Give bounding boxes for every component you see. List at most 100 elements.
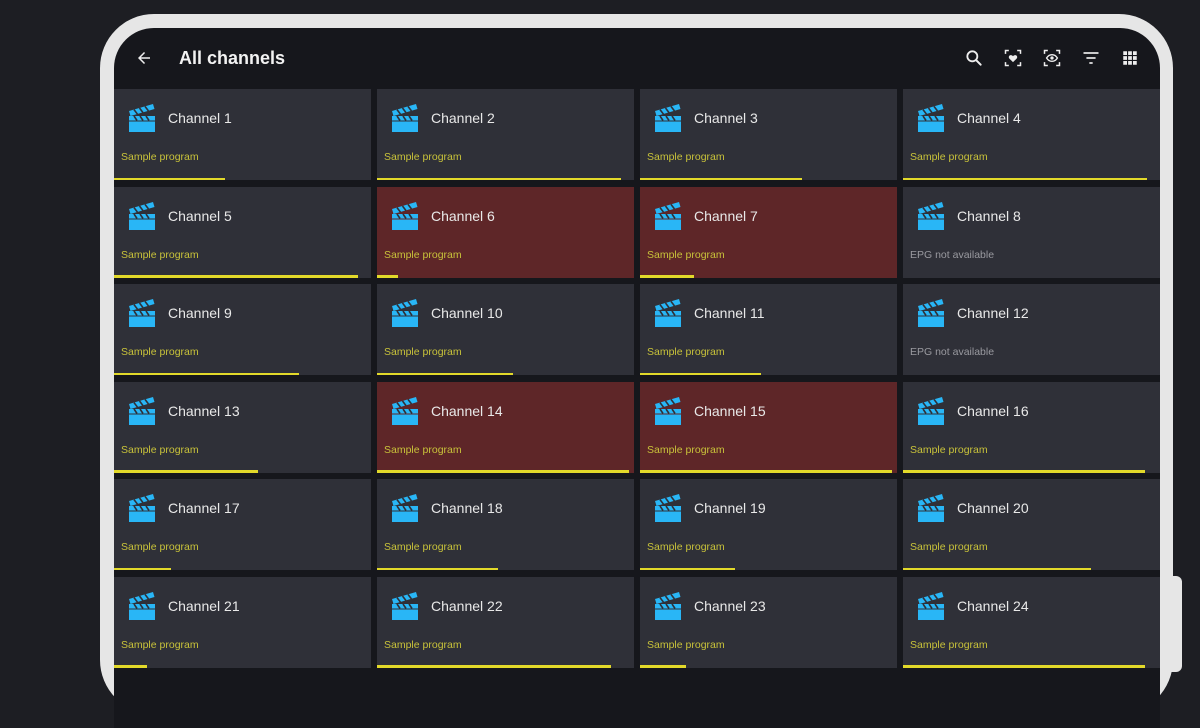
program-progress-bar [377,567,498,571]
channel-name: Channel 2 [431,110,495,126]
channel-name: Channel 3 [694,110,758,126]
grid-view-button[interactable] [1118,46,1142,70]
visibility-icon [1043,49,1061,67]
back-button[interactable] [132,46,156,70]
arrow-left-icon [138,52,150,64]
clapperboard-icon [653,491,683,523]
channel-name: Channel 7 [694,207,758,224]
filter-icon [1083,52,1099,64]
grid-view-icon [1123,51,1137,65]
channel-tile[interactable]: Channel 2 Sample program [377,89,634,180]
channel-tile[interactable]: Channel 17 Sample program [114,479,371,571]
channel-tile[interactable]: Channel 13 Sample program [114,381,371,473]
program-progress-bar [114,275,359,278]
program-progress-bar [114,665,148,668]
favorites-button[interactable] [1001,46,1025,70]
channel-name: Channel 24 [957,597,1029,614]
program-title: Sample program [384,248,462,261]
favorites-icon [1004,49,1022,67]
clapperboard-icon [127,491,157,523]
channel-tile[interactable]: Channel 12 EPG not available [903,284,1160,376]
page-title: All channels [179,48,286,68]
channel-name: Channel 14 [431,402,503,419]
clapperboard-icon [916,101,946,133]
channel-name: Channel 11 [694,305,765,322]
program-progress-bar [114,567,171,571]
program-progress-bar [640,567,736,571]
program-progress-bar [114,177,225,180]
program-progress-bar [377,470,629,473]
channel-tile[interactable]: Channel 18 Sample program [377,479,634,571]
filter-button[interactable] [1079,46,1103,70]
channel-tile[interactable]: Channel 21 Sample program [114,576,371,668]
channel-name: Channel 18 [431,500,503,517]
channel-name: Channel 4 [957,110,1021,126]
channel-name: Channel 8 [957,207,1021,224]
channel-tile[interactable]: Channel 19 Sample program [640,479,897,571]
visibility-button[interactable] [1040,46,1064,70]
app-screen: All channels Channel 1 Sample program Ch… [114,28,1160,728]
channel-tile[interactable]: Channel 22 Sample program [377,576,634,668]
channel-tile[interactable]: Channel 23 Sample program [640,576,897,668]
clapperboard-icon [653,589,683,621]
clapperboard-icon [127,394,157,426]
channel-tile[interactable]: Channel 11 Sample program [640,284,897,376]
program-progress-bar [114,372,300,376]
channel-name: Channel 21 [168,597,240,614]
program-progress-bar [377,372,514,376]
channel-name: Channel 16 [957,402,1029,419]
program-progress-bar [903,470,1145,473]
toolbar-actions [962,46,1142,70]
program-title: Sample program [647,443,725,456]
clapperboard-icon [916,394,946,426]
channel-name: Channel 9 [168,305,232,322]
channel-name: Channel 12 [957,305,1029,322]
program-title: Sample program [384,638,462,651]
clapperboard-icon [390,589,420,621]
program-title: Sample program [384,151,462,163]
program-progress-bar [903,567,1091,571]
channel-tile[interactable]: Channel 7 Sample program [640,186,897,278]
clapperboard-icon [916,491,946,523]
channel-tile[interactable]: Channel 6 Sample program [377,186,634,278]
clapperboard-icon [127,589,157,621]
program-progress-bar [640,372,761,376]
program-progress-bar [377,275,398,278]
program-progress-bar [377,177,622,180]
program-title: Sample program [647,541,725,554]
channel-tile[interactable]: Channel 16 Sample program [903,381,1160,473]
clapperboard-icon [127,296,157,328]
channel-tile[interactable]: Channel 24 Sample program [903,576,1160,668]
program-progress-bar [640,177,802,180]
channel-tile[interactable]: Channel 4 Sample program [903,89,1160,180]
channel-tile[interactable]: Channel 9 Sample program [114,284,371,376]
program-title: Sample program [647,151,725,163]
program-progress-bar [640,470,892,473]
clapperboard-icon [653,101,683,133]
search-button[interactable] [962,46,986,70]
program-title: Sample program [121,248,199,261]
clapperboard-icon [127,199,157,231]
channel-tile[interactable]: Channel 3 Sample program [640,89,897,180]
program-progress-bar [640,275,694,278]
clapperboard-icon [390,394,420,426]
channel-tile[interactable]: Channel 14 Sample program [377,381,634,473]
program-progress-bar [377,665,611,668]
program-title: Sample program [121,151,199,163]
channel-tile[interactable]: Channel 10 Sample program [377,284,634,376]
channel-tile[interactable]: Channel 5 Sample program [114,186,371,278]
clapperboard-icon [653,296,683,328]
channel-tile[interactable]: Channel 8 EPG not available [903,186,1160,278]
clapperboard-icon [916,199,946,231]
channel-tile[interactable]: Channel 20 Sample program [903,479,1160,571]
channel-name: Channel 13 [168,402,240,419]
channel-name: Channel 22 [431,597,503,614]
program-title: Sample program [121,541,199,554]
channel-tile[interactable]: Channel 15 Sample program [640,381,897,473]
channel-tile[interactable]: Channel 1 Sample program [114,89,371,180]
clapperboard-icon [653,394,683,426]
program-title: Sample program [384,346,462,359]
clapperboard-icon [653,199,683,231]
channel-name: Channel 19 [694,500,766,517]
clapperboard-icon [390,101,420,133]
